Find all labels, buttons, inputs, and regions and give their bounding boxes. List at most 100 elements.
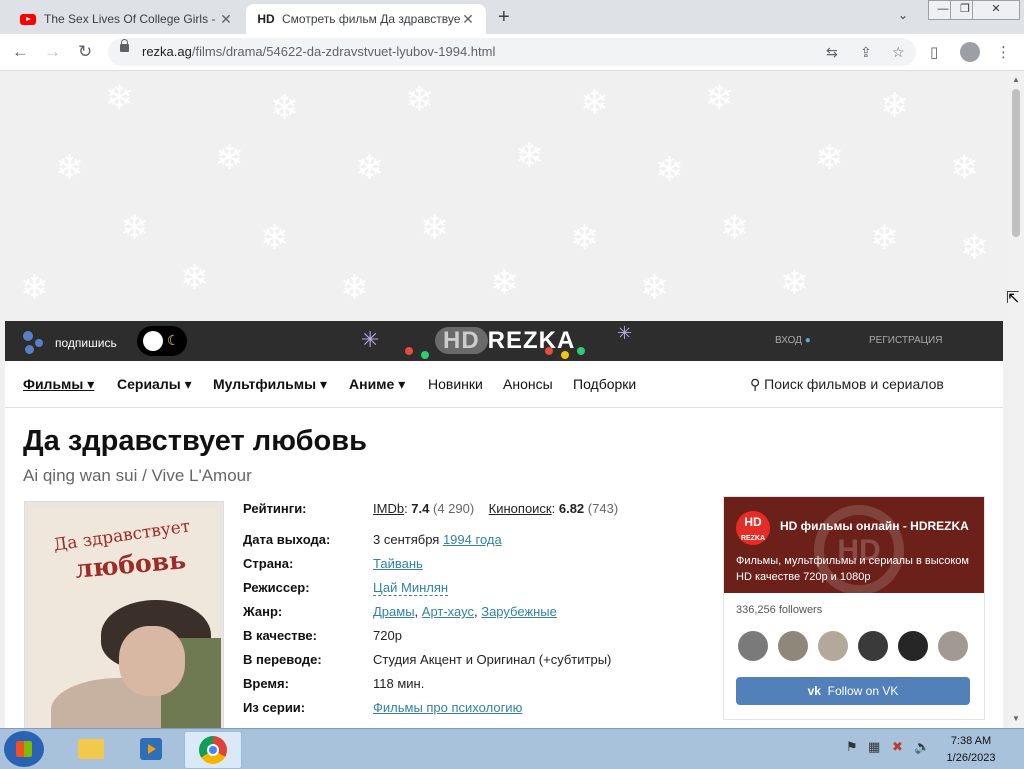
action-center-icon[interactable]: ⚑ (846, 739, 858, 755)
follower-avatar[interactable] (778, 631, 808, 661)
follower-avatar[interactable] (898, 631, 928, 661)
scroll-up-icon[interactable]: ▲ (1012, 75, 1020, 84)
bookmark-star-icon[interactable]: ☆ (892, 44, 905, 61)
theme-toggle[interactable]: ☾ (137, 326, 187, 356)
imdb-rating: 7.4 (411, 501, 430, 516)
garland-light (561, 351, 569, 359)
genre-link[interactable]: Зарубежные (481, 604, 557, 619)
scrollbar-thumb[interactable] (1012, 89, 1020, 237)
vk-logo-icon: vk (807, 684, 821, 698)
snowflake-icon: ❄ (340, 269, 369, 307)
network-error-icon[interactable]: ✖ (892, 739, 903, 755)
snowflake-icon: ❄ (780, 264, 809, 302)
garland-light (577, 347, 585, 355)
search-link[interactable]: ⚲ Поиск фильмов и сериалов (750, 376, 944, 393)
info-row-duration: Время: 118 мин. (243, 676, 425, 691)
taskbar-chrome[interactable] (184, 731, 242, 769)
back-icon[interactable]: ← (12, 42, 29, 62)
start-button[interactable] (4, 731, 44, 767)
site-container: подпишись ☾ ✳ ✳ HD REZKA ВХОД ● РЕГИСТРАЦ… (5, 321, 1003, 728)
subscribe-link[interactable]: подпишись (23, 331, 117, 355)
register-link[interactable]: РЕГИСТРАЦИЯ (869, 335, 942, 346)
menu-series[interactable]: Сериалы ▾ (117, 376, 192, 393)
taskbar-explorer[interactable] (62, 731, 118, 767)
taskbar-media-player[interactable] (122, 731, 178, 767)
snowflake-icon: ❄ (580, 84, 609, 122)
follower-avatar[interactable] (858, 631, 888, 661)
star-decoration-icon: ✳ (617, 323, 633, 343)
imdb-link[interactable]: IMDb (373, 501, 404, 516)
window-close-button[interactable]: ✕ (972, 0, 1020, 20)
browser-toolbar: ← → ↻ rezka.ag/films/drama/54622-da-zdra… (0, 34, 1024, 71)
info-row-director: Режиссер: Цай Минлян (243, 580, 449, 596)
snowflake-icon: ❄ (55, 149, 84, 187)
star-decoration-icon: ✳ (361, 327, 380, 352)
address-bar[interactable]: rezka.ag/films/drama/54622-da-zdravstvue… (108, 38, 916, 66)
snowflake-icon: ❄ (270, 89, 299, 127)
snowflake-icon: ❄ (260, 219, 289, 257)
forward-icon[interactable]: → (44, 42, 61, 62)
page-viewport: ❄ ❄ ❄ ❄ ❄ ❄ ❄ ❄ ❄ ❄ ❄ ❄ ❄ ❄ ❄ ❄ ❄ ❄ ❄ ❄ … (0, 71, 1008, 728)
mouse-cursor-icon: ⇱ (1006, 290, 1020, 307)
login-link[interactable]: ВХОД ● (775, 335, 811, 346)
system-clock[interactable]: 7:38 AM 1/26/2023 (936, 733, 1006, 767)
garland-light (421, 351, 429, 359)
close-tab-icon[interactable]: ✕ (218, 11, 234, 28)
reload-icon[interactable]: ↻ (78, 42, 92, 62)
genre-link[interactable]: Арт-хаус (422, 604, 474, 619)
media-player-icon (140, 738, 162, 760)
release-year-link[interactable]: 1994 года (443, 532, 502, 547)
movie-poster[interactable]: Да здравствует любовь (24, 501, 224, 728)
hd-favicon: HD (257, 12, 275, 26)
director-link[interactable]: Цай Минлян (373, 580, 449, 596)
vk-cover[interactable]: HD HD REZKA HD фильмы онлайн - HDREZKA Фи… (724, 497, 984, 593)
follower-avatar[interactable] (738, 631, 768, 661)
share-icon[interactable]: ⇪ (860, 44, 872, 61)
vk-group-logo[interactable]: HD REZKA (736, 511, 770, 545)
url-text[interactable]: rezka.ag/films/drama/54622-da-zdravstvue… (142, 44, 495, 59)
menu-anime[interactable]: Аниме ▾ (349, 376, 405, 393)
scroll-down-icon[interactable]: ▼ (1012, 714, 1020, 723)
kinopoisk-link[interactable]: Кинопоиск (489, 501, 552, 516)
network-icon[interactable]: ▦ (868, 739, 880, 755)
info-row-release: Дата выхода: 3 сентября 1994 года (243, 532, 502, 547)
snowflake-icon: ❄ (215, 139, 244, 177)
info-row-country: Страна: Тайвань (243, 556, 423, 571)
side-panel-icon[interactable]: ▯ (930, 43, 938, 61)
menu-announces[interactable]: Анонсы (503, 376, 553, 392)
menu-cartoons[interactable]: Мультфильмы ▾ (213, 376, 327, 393)
site-topbar: подпишись ☾ ✳ ✳ HD REZKA ВХОД ● РЕГИСТРАЦ… (5, 321, 1003, 361)
close-tab-icon[interactable]: ✕ (460, 11, 476, 28)
info-row-quality: В качестве: 720p (243, 628, 402, 643)
translate-icon[interactable]: ⇆ (826, 44, 838, 61)
main-menu: Фильмы ▾ Сериалы ▾ Мультфильмы ▾ Аниме ▾… (5, 361, 1003, 408)
snowflake-icon: ❄ (655, 151, 684, 189)
site-logo[interactable]: HD REZKA (435, 327, 575, 355)
series-link[interactable]: Фильмы про психологию (373, 700, 522, 715)
page-scrollbar[interactable]: ▲ ▼ (1008, 71, 1024, 728)
snowflake-icon: ❄ (355, 149, 384, 187)
snowflake-icon: ❄ (405, 81, 434, 119)
menu-kebab-icon[interactable]: ⋮ (996, 43, 1011, 61)
tab-search-icon[interactable]: ⌄ (898, 8, 908, 22)
country-link[interactable]: Тайвань (373, 556, 423, 571)
movie-original-title: Ai qing wan sui / Vive L'Amour (23, 466, 252, 485)
volume-icon[interactable]: 🔈 (914, 739, 930, 755)
snowflake-icon: ❄ (960, 229, 989, 267)
follower-avatar[interactable] (938, 631, 968, 661)
menu-films[interactable]: Фильмы ▾ (23, 376, 94, 393)
new-tab-button[interactable]: + (498, 6, 510, 29)
follower-avatar[interactable] (818, 631, 848, 661)
genre-link[interactable]: Драмы (373, 604, 415, 619)
menu-new[interactable]: Новинки (428, 376, 483, 392)
snowflake-icon: ❄ (950, 149, 979, 187)
profile-avatar-icon[interactable] (960, 42, 980, 62)
search-icon: ⚲ (750, 376, 761, 392)
menu-collections[interactable]: Подборки (573, 376, 636, 392)
vk-group-name[interactable]: HD фильмы онлайн - HDREZKA (780, 519, 969, 533)
vk-follow-button[interactable]: vk Follow on VK (736, 677, 970, 705)
tab-youtube[interactable]: The Sex Lives Of College Girls - C ✕ (8, 4, 244, 34)
kinopoisk-votes: (743) (587, 501, 619, 516)
subscribe-label: подпишись (55, 336, 117, 350)
tab-rezka[interactable]: HD Смотреть фильм Да здравствуе ✕ (246, 4, 486, 34)
